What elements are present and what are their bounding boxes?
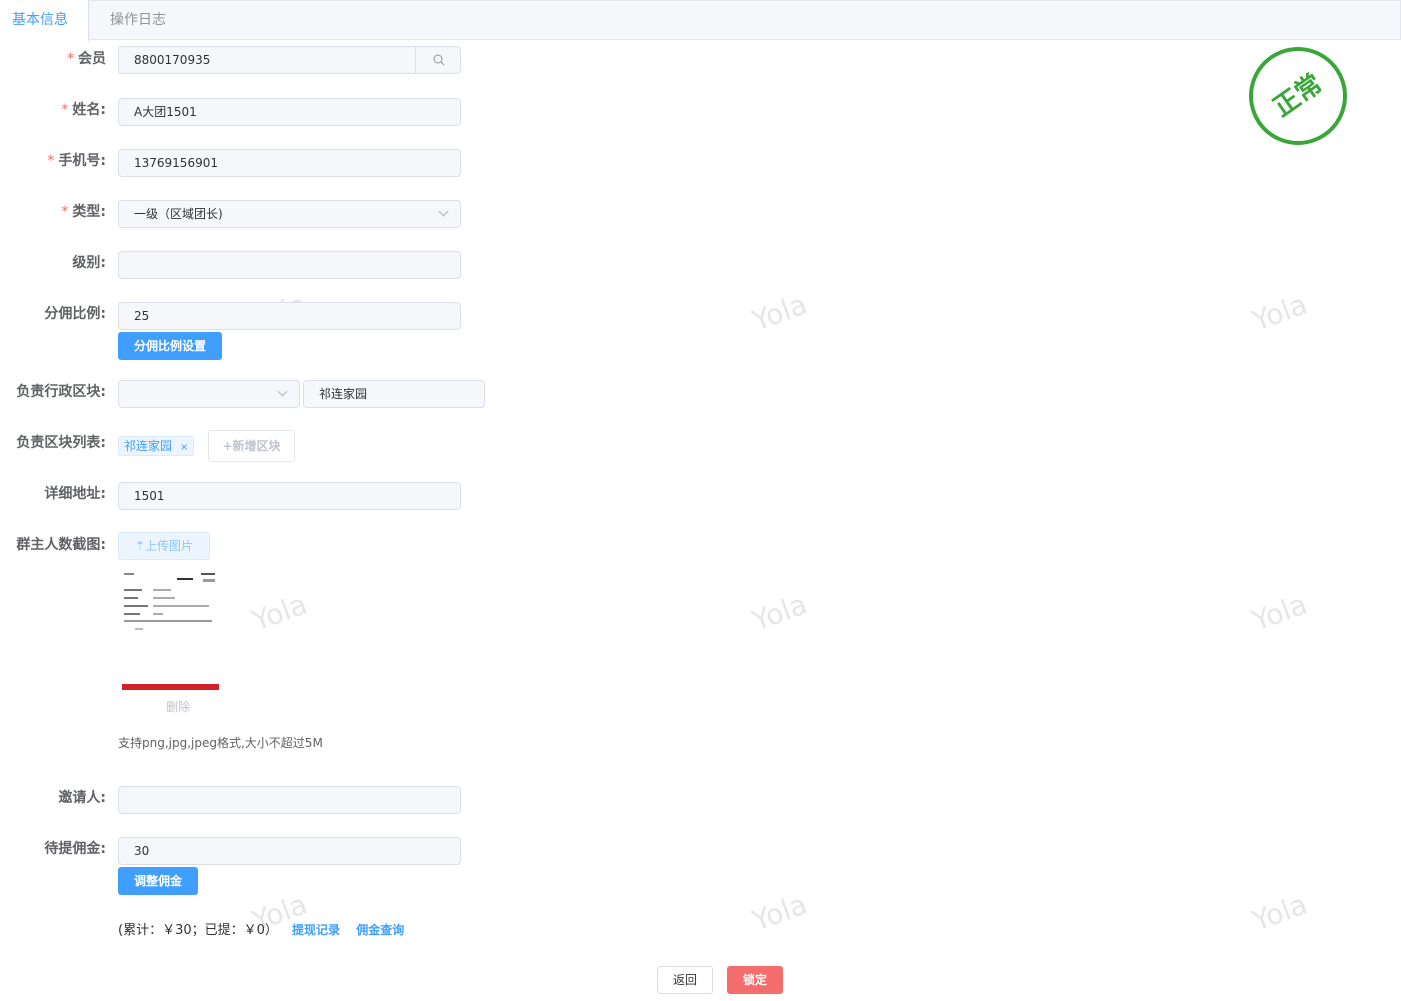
type-label: * 类型: [61, 204, 106, 220]
watermark: Yola [248, 587, 312, 638]
name-input[interactable]: A大团1501 [118, 98, 461, 126]
phone-label: * 手机号: [47, 153, 106, 169]
search-icon [433, 54, 445, 66]
commission-ratio-label: 分佣比例: [44, 306, 106, 322]
inviter-label: 邀请人: [58, 790, 106, 806]
address-label: 详细地址: [44, 486, 106, 502]
close-icon[interactable]: × [180, 442, 188, 453]
watermark: Yola [1248, 887, 1312, 938]
address-input[interactable]: 1501 [118, 482, 461, 510]
delete-image-link[interactable]: 删除 [166, 698, 190, 715]
commission-summary: (累计：￥30；已提：￥0） 提现记录 佣金查询 [118, 919, 404, 938]
commission-ratio-input[interactable]: 25 [118, 302, 461, 330]
watermark: Yola [748, 587, 812, 638]
inviter-input[interactable] [118, 786, 461, 814]
block-name-input[interactable]: 祁连家园 [303, 380, 485, 408]
commission-summary-text: (累计：￥30；已提：￥0） [118, 923, 278, 938]
commission-query-link[interactable]: 佣金查询 [356, 923, 404, 937]
upload-icon: ⇡ [134, 539, 146, 553]
name-label: * 姓名: [61, 102, 106, 118]
watermark: Yola [1248, 587, 1312, 638]
block-tag: 祁连家园 × [118, 436, 195, 456]
chevron-down-icon [438, 206, 449, 217]
block-list-label: 负责区块列表: [16, 435, 106, 451]
commission-ratio-settings-button[interactable]: 分佣比例设置 [118, 332, 222, 360]
pending-commission-label: 待提佣金: [44, 841, 106, 857]
status-stamp: 正常 [1249, 47, 1347, 145]
member-input[interactable]: 8800170935 [118, 46, 461, 74]
withdraw-records-link[interactable]: 提现记录 [292, 923, 340, 937]
chevron-down-icon [277, 386, 288, 397]
pending-commission-input[interactable]: 30 [118, 837, 461, 865]
admin-block-label: 负责行政区块: [16, 384, 106, 400]
upload-hint: 支持png,jpg,jpeg格式,大小不超过5M [118, 736, 323, 750]
watermark: Yola [748, 287, 812, 338]
tab-bar: 基本信息 操作日志 [0, 0, 1401, 41]
adjust-commission-button[interactable]: 调整佣金 [118, 867, 198, 895]
type-select[interactable]: 一级（区域团长) [118, 200, 461, 228]
member-search-button[interactable] [415, 47, 460, 73]
group-screenshot-label: 群主人数截图: [16, 537, 106, 553]
uploaded-screenshot-thumbnail[interactable] [119, 568, 221, 694]
watermark: Yola [748, 887, 812, 938]
phone-input[interactable]: 13769156901 [118, 149, 461, 177]
tab-operation-log[interactable]: 操作日志 [90, 0, 186, 40]
tab-basic-info[interactable]: 基本信息 [0, 0, 89, 41]
upload-image-button[interactable]: ⇡上传图片 [118, 532, 210, 560]
admin-block-select[interactable] [118, 380, 300, 408]
member-label: * 会员 [67, 51, 106, 67]
watermark: Yola [1248, 287, 1312, 338]
back-button[interactable]: 返回 [657, 966, 713, 994]
level-label: 级别: [72, 255, 106, 271]
lock-button[interactable]: 锁定 [727, 966, 783, 994]
level-input[interactable] [118, 251, 461, 279]
add-block-button[interactable]: +新增区块 [208, 430, 295, 462]
